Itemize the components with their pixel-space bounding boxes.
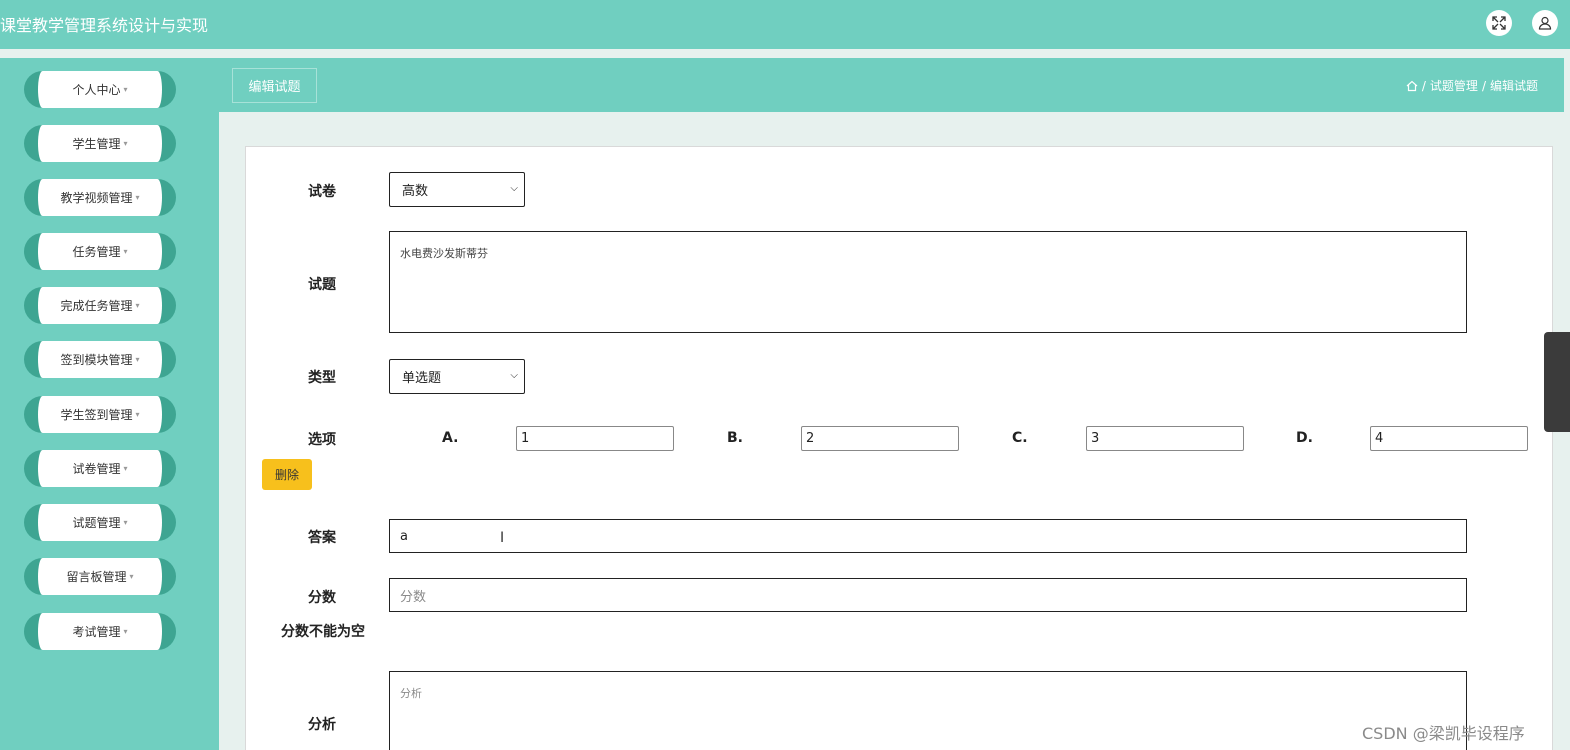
score-input[interactable]: 分数 (389, 578, 1467, 612)
option-d-label: D. (1296, 430, 1313, 446)
answer-value: a (400, 528, 408, 544)
analysis-textarea[interactable]: 分析 (389, 671, 1467, 750)
user-button[interactable] (1532, 10, 1558, 36)
caret-down-icon: ▾ (123, 85, 128, 94)
breadcrumb-item-questions[interactable]: 试题管理 (1430, 77, 1478, 94)
option-d-value: 4 (1375, 431, 1384, 446)
chevron-down-icon: ⌵ (510, 183, 518, 194)
expand-icon (1492, 16, 1506, 30)
sidebar-item-label: 签到模块管理 (60, 353, 133, 367)
top-header: 课堂教学管理系统设计与实现 (0, 0, 1570, 49)
answer-label: 答案 (308, 530, 336, 546)
caret-down-icon: ▾ (123, 139, 128, 148)
analysis-placeholder: 分析 (400, 687, 422, 700)
header-divider (0, 49, 1570, 58)
sidebar-item-student-checkin[interactable]: 学生签到管理 ▾ (24, 396, 176, 433)
sidebar-item-label: 学生签到管理 (60, 408, 133, 422)
option-a-input[interactable]: 1 (516, 426, 674, 451)
sidebar-item-label: 教学视频管理 (60, 191, 133, 205)
sidebar-item-label: 留言板管理 (66, 570, 127, 584)
caret-down-icon: ▾ (123, 518, 128, 527)
option-c-input[interactable]: 3 (1086, 426, 1244, 451)
chevron-down-icon: ⌵ (510, 370, 518, 381)
sidebar: 个人中心 ▾ 学生管理 ▾ 教学视频管理 ▾ 任务管理 ▾ 完成任务管理 ▾ 签到模块管理… (0, 58, 219, 750)
caret-down-icon: ▾ (123, 247, 128, 256)
breadcrumb-item-edit: 编辑试题 (1489, 79, 1538, 93)
options-label: 选项 (308, 432, 336, 448)
question-label: 试题 (308, 277, 336, 293)
paper-select[interactable]: 高数 ⌵ (389, 172, 525, 207)
side-drawer-tab[interactable] (1544, 332, 1570, 432)
sidebar-item-exams[interactable]: 考试管理 ▾ (24, 613, 176, 650)
caret-down-icon: ▾ (135, 355, 140, 364)
answer-input[interactable]: a (389, 519, 1467, 553)
breadcrumb-separator: / (1421, 78, 1426, 93)
app-title: 课堂教学管理系统设计与实现 (0, 16, 209, 35)
score-error-message: 分数不能为空 (281, 624, 365, 640)
sidebar-item-questions[interactable]: 试题管理 ▾ (24, 504, 176, 541)
option-b-label: B. (727, 430, 743, 446)
watermark: CSDN @梁凯毕设程序 (1362, 724, 1525, 743)
breadcrumb-separator: / (1481, 78, 1486, 93)
option-a-value: 1 (521, 431, 530, 446)
option-b-input[interactable]: 2 (801, 426, 959, 451)
sidebar-item-papers[interactable]: 试卷管理 ▾ (24, 450, 176, 487)
caret-down-icon: ▾ (123, 464, 128, 473)
option-b-value: 2 (806, 431, 815, 446)
option-a-label: A. (442, 430, 459, 446)
sidebar-item-completed-tasks[interactable]: 完成任务管理 ▾ (24, 287, 176, 324)
breadcrumb-bar: 编辑试题 / 试题管理 / 编辑试题 (219, 58, 1564, 112)
question-text: 水电费沙发斯蒂芬 (400, 247, 488, 260)
sidebar-item-label: 个人中心 (72, 83, 121, 97)
sidebar-item-label: 学生管理 (72, 137, 121, 151)
option-d-input[interactable]: 4 (1370, 426, 1528, 451)
sidebar-item-tasks[interactable]: 任务管理 ▾ (24, 233, 176, 270)
analysis-label: 分析 (308, 717, 336, 733)
user-icon (1538, 16, 1552, 30)
score-placeholder: 分数 (400, 589, 427, 605)
sidebar-item-videos[interactable]: 教学视频管理 ▾ (24, 179, 176, 216)
paper-select-value: 高数 (402, 184, 429, 199)
option-c-value: 3 (1091, 431, 1100, 446)
score-label: 分数 (308, 590, 336, 606)
text-cursor-icon: I (500, 530, 505, 546)
sidebar-item-label: 完成任务管理 (60, 299, 133, 313)
sidebar-item-label: 考试管理 (72, 625, 121, 639)
type-select[interactable]: 单选题 ⌵ (389, 359, 525, 394)
fullscreen-button[interactable] (1486, 10, 1512, 36)
caret-down-icon: ▾ (123, 627, 128, 636)
sidebar-item-students[interactable]: 学生管理 ▾ (24, 125, 176, 162)
breadcrumb: / 试题管理 / 编辑试题 (1406, 77, 1538, 94)
caret-down-icon: ▾ (135, 193, 140, 202)
sidebar-item-personal-center[interactable]: 个人中心 ▾ (24, 71, 176, 108)
caret-down-icon: ▾ (135, 410, 140, 419)
sidebar-item-label: 任务管理 (72, 245, 121, 259)
delete-option-button[interactable]: 删除 (262, 459, 312, 490)
paper-label: 试卷 (308, 184, 336, 200)
sidebar-item-message-board[interactable]: 留言板管理 ▾ (24, 558, 176, 595)
type-label: 类型 (308, 370, 336, 386)
sidebar-item-label: 试题管理 (72, 516, 121, 530)
caret-down-icon: ▾ (135, 301, 140, 310)
question-textarea[interactable]: 水电费沙发斯蒂芬 (389, 231, 1467, 333)
type-select-value: 单选题 (402, 371, 442, 386)
page-title: 编辑试题 (232, 68, 317, 103)
sidebar-item-checkin-module[interactable]: 签到模块管理 ▾ (24, 341, 176, 378)
home-icon[interactable] (1406, 80, 1418, 92)
option-c-label: C. (1012, 430, 1028, 446)
sidebar-item-label: 试卷管理 (72, 462, 121, 476)
caret-down-icon: ▾ (129, 572, 134, 581)
